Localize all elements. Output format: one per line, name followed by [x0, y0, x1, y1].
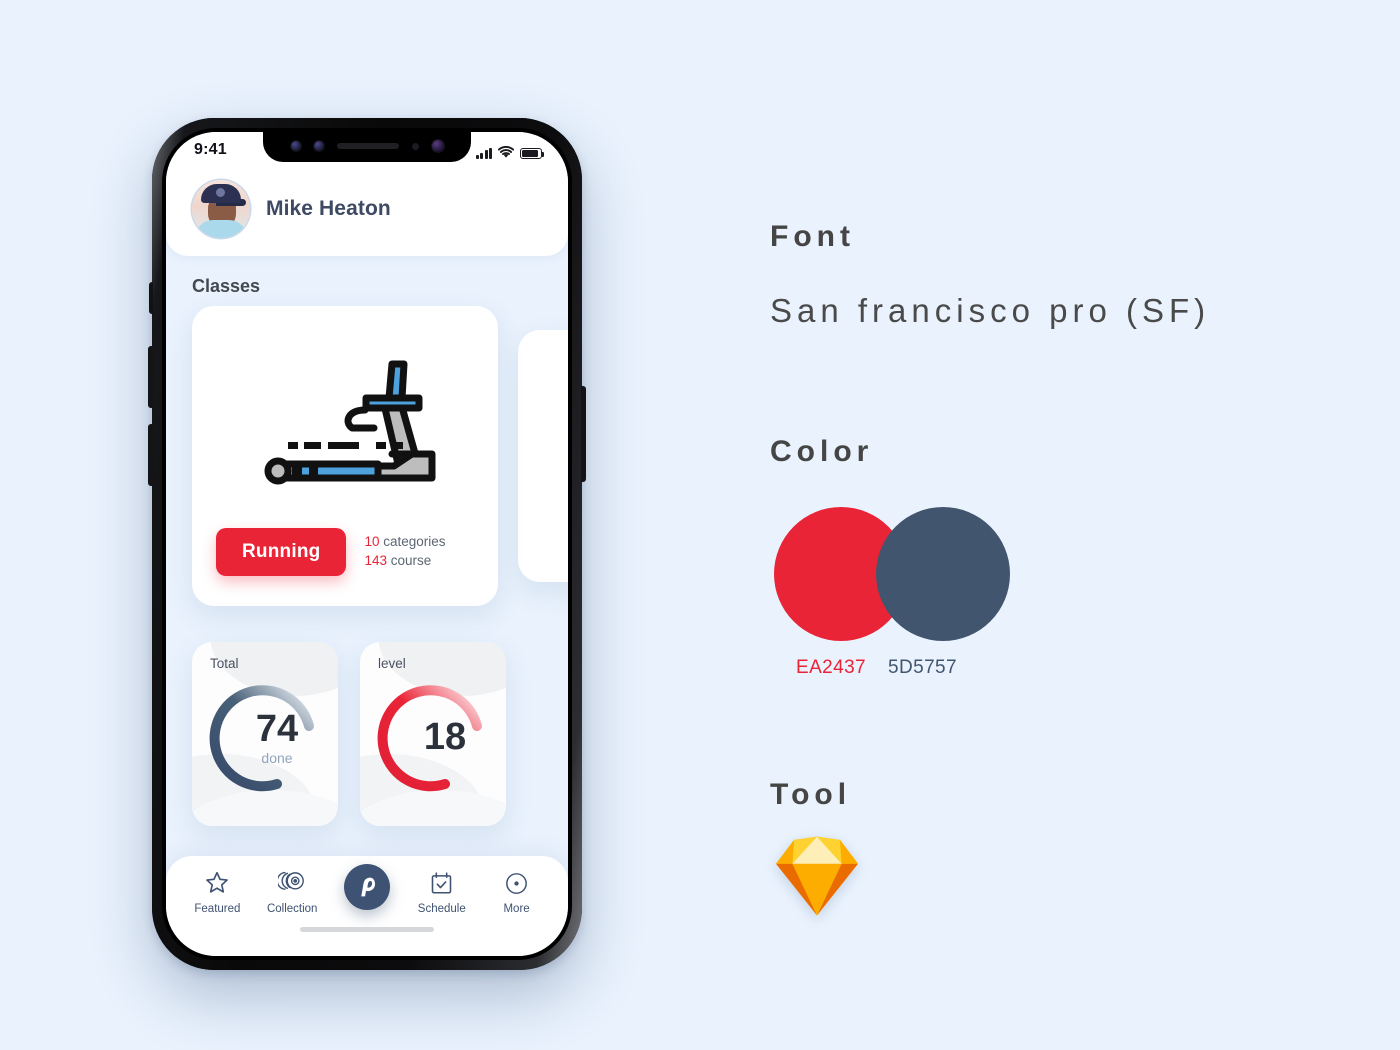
sketch-logo-icon — [776, 836, 858, 916]
stat-course-label: course — [386, 553, 432, 568]
earpiece-speaker-icon — [336, 143, 399, 149]
metric-value-level: 18 — [373, 678, 493, 798]
metric-value-total: 74 done — [205, 678, 325, 798]
battery-icon — [520, 148, 545, 159]
color-section: Color EA2437 5D5757 — [770, 435, 1010, 678]
user-avatar[interactable] — [192, 180, 250, 238]
notch — [263, 132, 471, 162]
progress-ring-total: 74 done — [205, 678, 325, 798]
swatch-hex-blue: 5D5757 — [888, 657, 957, 678]
star-icon — [203, 868, 231, 898]
class-card-running[interactable]: Running 10 categories 143 course — [192, 306, 498, 606]
tab-label-featured: Featured — [194, 903, 241, 915]
stat-categories-label: categories — [379, 534, 446, 550]
tab-more[interactable]: More — [485, 868, 549, 915]
font-heading: Font — [770, 220, 855, 253]
color-heading: Color — [770, 435, 874, 468]
metric-label-level: level — [378, 656, 406, 671]
volume-up-button[interactable] — [148, 346, 153, 408]
silent-switch[interactable] — [149, 282, 153, 314]
metric-cards: Total 74 done level 18 — [192, 642, 506, 826]
running-pill-button[interactable]: Running — [216, 528, 347, 576]
swatch-hex-red: EA2437 — [796, 657, 867, 678]
tab-label-schedule: Schedule — [417, 903, 466, 915]
profile-row[interactable]: Mike Heaton — [192, 180, 391, 238]
progress-ring-level: 18 — [373, 678, 493, 798]
user-name: Mike Heaton — [266, 197, 391, 220]
page-title: Classes — [192, 276, 261, 296]
treadmill-illustration — [192, 334, 498, 514]
proximity-sensor-icon — [290, 141, 301, 151]
phone-mockup: 9:41 Mike Heaton Classes Running 10 cate… — [148, 118, 586, 970]
class-card-footer: Running 10 categories 143 course — [216, 528, 446, 576]
tab-schedule[interactable]: Schedule — [410, 868, 474, 915]
metric-label-total: Total — [210, 656, 239, 671]
stat-categories-value: 10 — [364, 534, 380, 550]
swatch-primary-blue — [876, 507, 1010, 641]
target-dot-icon — [503, 868, 530, 898]
tab-label-more: More — [503, 903, 530, 915]
metric-sub-total: done — [261, 749, 293, 766]
stat-categories: 10 categories — [364, 533, 445, 552]
tool-section: Tool — [770, 778, 858, 916]
color-swatches — [774, 507, 1014, 647]
home-indicator[interactable] — [300, 927, 434, 932]
canvas: 9:41 Mike Heaton Classes Running 10 cate… — [0, 0, 1400, 1050]
class-card-carousel[interactable]: Running 10 categories 143 course — [192, 306, 568, 606]
class-stats: 10 categories 143 course — [364, 533, 445, 570]
stat-course-value: 143 — [364, 553, 387, 568]
tab-collection[interactable]: Collection — [260, 868, 324, 915]
color-hex-labels: EA2437 5D5757 — [796, 657, 957, 679]
font-value: San francisco pro (SF) — [770, 292, 1211, 329]
spec-panel: Font San francisco pro (SF) Color EA2437… — [770, 0, 1390, 1050]
discs-icon — [278, 868, 306, 898]
tab-home[interactable] — [335, 864, 399, 915]
stat-course: 143 course — [364, 552, 445, 571]
cellular-bars-icon — [476, 147, 492, 159]
metric-number-total: 74 — [255, 707, 299, 750]
ir-camera-icon — [313, 141, 324, 151]
volume-down-button[interactable] — [148, 424, 153, 486]
tab-label-collection: Collection — [266, 903, 318, 915]
calendar-check-icon — [428, 868, 455, 898]
bottom-tab-bar: Featured Collection Schedule More — [166, 856, 568, 956]
class-card-next[interactable] — [518, 330, 568, 582]
metric-card-level[interactable]: level 18 — [360, 642, 506, 826]
app-content: Classes Running 10 categories 143 course… — [166, 256, 568, 956]
font-section: Font San francisco pro (SF) — [770, 220, 1210, 330]
wifi-icon — [498, 146, 514, 158]
front-camera-icon — [431, 140, 444, 152]
peloton-logo-icon[interactable] — [343, 864, 390, 910]
treadmill-icon — [264, 360, 436, 485]
phone-body: 9:41 Mike Heaton Classes Running 10 cate… — [162, 128, 572, 960]
status-time: 9:41 — [194, 141, 227, 158]
metric-number-level: 18 — [423, 715, 467, 758]
power-button[interactable] — [581, 386, 586, 482]
status-indicators — [476, 143, 545, 159]
tool-heading: Tool — [770, 778, 852, 811]
ambient-light-sensor-icon — [411, 142, 419, 150]
phone-screen: 9:41 Mike Heaton Classes Running 10 cate… — [166, 132, 568, 956]
metric-card-total[interactable]: Total 74 done — [192, 642, 338, 826]
tab-featured[interactable]: Featured — [185, 868, 249, 915]
